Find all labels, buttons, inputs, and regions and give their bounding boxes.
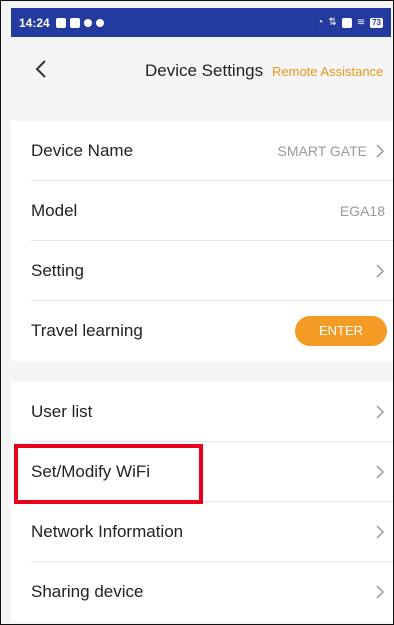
device-name-value: SMART GATE <box>277 142 367 159</box>
chevron-left-icon[interactable] <box>31 57 53 81</box>
status-notification-icons <box>55 17 104 28</box>
status-bar: 14:24 ◔ ⇅ ≋ 73 <box>11 8 391 37</box>
setting-row[interactable]: Setting <box>31 241 393 301</box>
battery-icon: 73 <box>370 17 383 28</box>
speed-icon: ◔ <box>317 17 324 28</box>
app-screen: 14:24 ◔ ⇅ ≋ 73 Device Settings Remote As… <box>0 0 394 625</box>
chevron-right-icon <box>376 143 385 158</box>
user-list-row[interactable]: User list <box>31 382 393 442</box>
nav-bar: Device Settings Remote Assistance <box>11 37 393 103</box>
enter-button[interactable]: ENTER <box>295 316 387 346</box>
model-label: Model <box>31 200 78 220</box>
network-information-label: Network Information <box>31 521 184 541</box>
page-title: Device Settings <box>145 61 264 80</box>
user-list-label: User list <box>31 401 93 421</box>
chevron-right-icon <box>376 464 385 479</box>
chevron-right-icon <box>376 585 385 599</box>
device-name-label: Device Name <box>31 140 134 160</box>
chevron-right-icon <box>376 263 385 278</box>
sim-icon <box>341 17 352 28</box>
model-value: EGA18 <box>339 202 385 219</box>
wifi-icon: ≋ <box>356 17 366 28</box>
notification-icon <box>69 17 80 28</box>
network-information-row[interactable]: Network Information <box>31 502 393 562</box>
device-info-section: Device Name SMART GATE Model EGA18 Setti… <box>11 121 393 361</box>
tiktok-icon <box>55 17 66 28</box>
device-name-row[interactable]: Device Name SMART GATE <box>31 121 393 181</box>
chevron-right-icon <box>376 404 385 419</box>
device-management-section: User list Set/Modify WiFi Network Inform… <box>11 382 393 622</box>
model-row: Model EGA18 <box>31 181 393 241</box>
sharing-device-label: Sharing device <box>31 582 144 601</box>
set-modify-wifi-row[interactable]: Set/Modify WiFi <box>31 442 393 502</box>
setting-label: Setting <box>31 260 84 280</box>
remote-assistance-link[interactable]: Remote Assistance <box>272 64 383 79</box>
travel-learning-row: Travel learning ENTER <box>31 301 393 361</box>
set-modify-wifi-label: Set/Modify WiFi <box>31 461 151 481</box>
travel-learning-label: Travel learning <box>31 321 143 340</box>
status-time: 14:24 <box>19 15 50 30</box>
data-icon: ⇅ <box>328 17 337 28</box>
status-system-icons: ◔ ⇅ ≋ 73 <box>317 17 383 28</box>
chevron-right-icon <box>376 524 385 539</box>
sharing-device-row[interactable]: Sharing device <box>31 562 393 622</box>
settings-icon <box>83 18 92 27</box>
game-icon <box>95 18 104 27</box>
